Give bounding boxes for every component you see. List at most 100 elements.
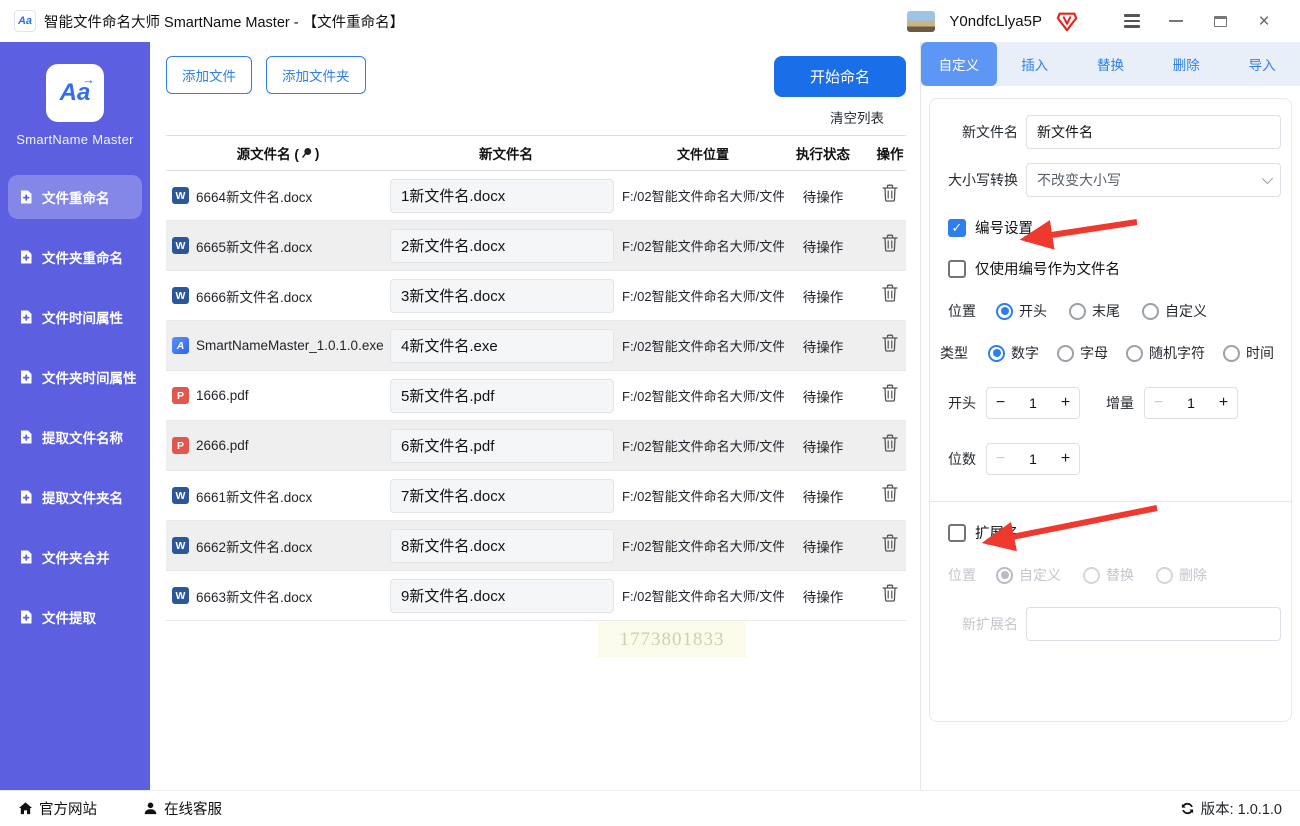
username: Y0ndfcLlya5P — [949, 13, 1042, 30]
radio-icon — [1126, 345, 1143, 362]
new-file-name-input[interactable] — [390, 479, 614, 513]
radio-字母[interactable]: 字母 — [1051, 343, 1108, 363]
delete-row-button[interactable] — [882, 184, 898, 202]
new-name-input[interactable] — [1026, 115, 1281, 149]
close-icon: × — [1258, 12, 1269, 31]
source-file-name: 6666新文件名.docx — [196, 286, 312, 306]
radio-option-label: 随机字符 — [1149, 343, 1205, 363]
execution-status: 待操作 — [784, 586, 862, 606]
document-plus-icon — [18, 489, 34, 505]
new-file-name-input[interactable] — [390, 529, 614, 563]
radio-option-label: 替换 — [1106, 565, 1134, 585]
sort-pin-icon[interactable] — [301, 147, 313, 159]
delete-row-button[interactable] — [882, 484, 898, 502]
sidebar-item-7[interactable]: 文件夹合并 — [8, 535, 142, 579]
menu-button[interactable] — [1110, 5, 1154, 37]
radio-开头[interactable]: 开头 — [990, 301, 1047, 321]
delete-row-button[interactable] — [882, 334, 898, 352]
radio-随机字符[interactable]: 随机字符 — [1120, 343, 1205, 363]
radio-替换[interactable]: 替换 — [1077, 565, 1134, 585]
file-type-icon: A — [172, 337, 189, 354]
watermark: 1773801833 — [598, 622, 746, 658]
source-file-name: 6662新文件名.docx — [196, 536, 312, 556]
delete-row-button[interactable] — [882, 234, 898, 252]
sidebar-logo: Aa→ — [46, 64, 104, 122]
sidebar-item-6[interactable]: 提取文件夹名 — [8, 475, 142, 519]
minimize-button[interactable] — [1154, 5, 1198, 37]
minus-button[interactable]: − — [987, 388, 1014, 418]
new-file-name-input[interactable] — [390, 429, 614, 463]
tab-删除[interactable]: 删除 — [1148, 42, 1224, 86]
delete-row-button[interactable] — [882, 384, 898, 402]
radio-icon — [996, 567, 1013, 584]
radio-icon — [1083, 567, 1100, 584]
radio-末尾[interactable]: 末尾 — [1063, 301, 1120, 321]
minus-button[interactable]: − — [987, 444, 1014, 474]
new-file-name-input[interactable] — [390, 329, 614, 363]
document-plus-icon — [18, 189, 34, 205]
plus-button[interactable]: + — [1052, 444, 1079, 474]
custom-settings-card: 新文件名 大小写转换 不改变大小写 ✓ 编号设置 仅使用编号作为文件名 — [929, 98, 1292, 722]
add-folder-button[interactable]: 添加文件夹 — [266, 56, 366, 94]
file-type-icon: W — [172, 187, 189, 204]
maximize-button[interactable] — [1198, 5, 1242, 37]
user-avatar[interactable] — [907, 11, 935, 32]
trash-icon — [882, 184, 898, 202]
sidebar-item-label: 文件夹时间属性 — [42, 367, 137, 387]
radio-时间[interactable]: 时间 — [1217, 343, 1274, 363]
only-number-checkbox[interactable] — [948, 260, 966, 278]
radio-删除[interactable]: 删除 — [1150, 565, 1207, 585]
source-file-name: 1666.pdf — [196, 388, 249, 403]
radio-option-label: 自定义 — [1019, 565, 1061, 585]
clear-list-button[interactable]: 清空列表 — [830, 111, 884, 126]
new-file-name-input[interactable] — [390, 279, 614, 313]
sidebar: Aa→ SmartName Master 文件重命名 文件夹重命名 文件时间属性… — [0, 42, 150, 790]
radio-自定义[interactable]: 自定义 — [1136, 301, 1207, 321]
file-location: F:/02智能文件命名大师/文件. — [622, 536, 784, 555]
plus-button[interactable]: + — [1052, 388, 1079, 418]
support-person-icon — [143, 801, 158, 816]
start-rename-button[interactable]: 开始命名 — [774, 56, 906, 97]
add-file-button[interactable]: 添加文件 — [166, 56, 252, 94]
tab-导入[interactable]: 导入 — [1224, 42, 1300, 86]
version-text: 版本: 1.0.1.0 — [1201, 798, 1282, 819]
minus-button[interactable]: − — [1145, 388, 1172, 418]
extension-checkbox[interactable] — [948, 524, 966, 542]
delete-row-button[interactable] — [882, 434, 898, 452]
sidebar-item-8[interactable]: 文件提取 — [8, 595, 142, 639]
radio-自定义[interactable]: 自定义 — [990, 565, 1061, 585]
new-file-name-input[interactable] — [390, 179, 614, 213]
trash-icon — [882, 334, 898, 352]
trash-icon — [882, 234, 898, 252]
official-site-link[interactable]: 官方网站 — [18, 798, 97, 819]
sidebar-item-3[interactable]: 文件时间属性 — [8, 295, 142, 339]
tab-自定义[interactable]: 自定义 — [921, 42, 997, 86]
new-file-name-input[interactable] — [390, 379, 614, 413]
radio-icon — [1057, 345, 1074, 362]
radio-icon — [1223, 345, 1240, 362]
delete-row-button[interactable] — [882, 534, 898, 552]
plus-button[interactable]: + — [1210, 388, 1237, 418]
online-support-link[interactable]: 在线客服 — [143, 798, 222, 819]
stepper-label: 增量 — [1106, 393, 1134, 413]
close-button[interactable]: × — [1242, 5, 1286, 37]
delete-row-button[interactable] — [882, 584, 898, 602]
sidebar-item-5[interactable]: 提取文件名称 — [8, 415, 142, 459]
refresh-icon[interactable] — [1180, 801, 1195, 816]
sidebar-item-4[interactable]: 文件夹时间属性 — [8, 355, 142, 399]
new-file-name-input[interactable] — [390, 579, 614, 613]
delete-row-button[interactable] — [882, 284, 898, 302]
app-name: SmartName Master — [0, 132, 150, 147]
tab-插入[interactable]: 插入 — [997, 42, 1073, 86]
titlebar: Aa 智能文件命名大师 SmartName Master - 【文件重命名】 Y… — [0, 0, 1300, 42]
numbering-checkbox[interactable]: ✓ — [948, 219, 966, 237]
new-extension-input[interactable] — [1026, 607, 1281, 641]
sidebar-item-2[interactable]: 文件夹重命名 — [8, 235, 142, 279]
radio-数字[interactable]: 数字 — [982, 343, 1039, 363]
only-number-label: 仅使用编号作为文件名 — [975, 258, 1120, 279]
radio-option-label: 时间 — [1246, 343, 1274, 363]
tab-替换[interactable]: 替换 — [1073, 42, 1149, 86]
sidebar-item-1[interactable]: 文件重命名 — [8, 175, 142, 219]
new-file-name-input[interactable] — [390, 229, 614, 263]
case-convert-select[interactable]: 不改变大小写 — [1026, 163, 1281, 197]
